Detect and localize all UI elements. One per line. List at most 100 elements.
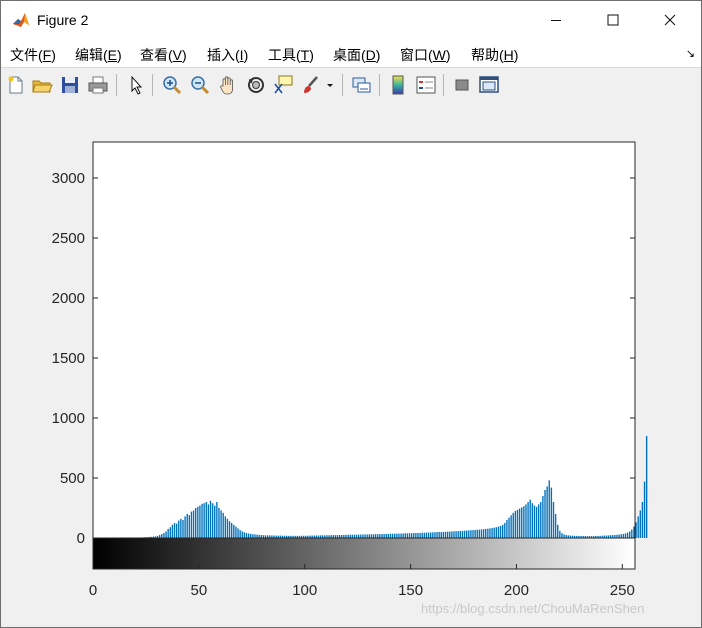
- histogram-bar: [631, 529, 633, 538]
- histogram-bar: [535, 506, 538, 538]
- histogram-bar: [408, 533, 411, 538]
- histogram-bar: [495, 527, 498, 538]
- histogram-bar: [197, 506, 199, 538]
- menu-help[interactable]: 帮助(H): [471, 45, 518, 65]
- colorbar-icon[interactable]: [387, 74, 409, 96]
- histogram-bar: [525, 504, 527, 538]
- histogram-bar: [237, 528, 239, 538]
- histogram-bar: [485, 528, 487, 538]
- histogram-bar: [487, 528, 489, 538]
- histogram-bar: [639, 510, 641, 538]
- histogram-bar: [209, 500, 212, 538]
- histogram-bar: [529, 499, 531, 538]
- menu-file[interactable]: 文件(F): [10, 45, 56, 65]
- legend-icon[interactable]: [415, 74, 437, 96]
- histogram-bar: [533, 505, 536, 538]
- histogram-bar: [370, 534, 373, 538]
- menu-window[interactable]: 窗口(W): [400, 45, 451, 65]
- open-folder-icon[interactable]: [31, 74, 53, 96]
- histogram-bar: [175, 523, 178, 538]
- histogram-bar: [633, 526, 635, 538]
- maximize-button[interactable]: [590, 1, 636, 39]
- menu-desktop[interactable]: 桌面(D): [333, 45, 380, 65]
- hide-plot-tools-icon[interactable]: [451, 74, 473, 96]
- histogram-bar: [165, 531, 167, 538]
- histogram-bar: [552, 502, 555, 538]
- histogram-bar: [527, 502, 529, 538]
- toolbar-separator: [443, 74, 444, 96]
- histogram-bar: [557, 524, 559, 538]
- histogram-bar: [410, 533, 413, 538]
- histogram-bar: [618, 534, 620, 538]
- histogram-bar: [550, 487, 553, 538]
- histogram-bar: [383, 534, 385, 538]
- histogram-bar: [203, 503, 205, 538]
- histogram-bar: [374, 534, 377, 538]
- histogram-bar: [180, 518, 182, 538]
- histogram-bar: [194, 508, 197, 538]
- menu-tools[interactable]: 工具(T): [268, 45, 314, 65]
- histogram-bar: [472, 530, 474, 538]
- menu-edit[interactable]: 编辑(E): [75, 45, 122, 65]
- grayscale-colorbar: [92, 537, 636, 570]
- histogram-bar: [167, 529, 169, 538]
- histogram-bar: [400, 533, 402, 538]
- zoom-out-icon[interactable]: [189, 74, 211, 96]
- histogram-bar: [442, 531, 445, 538]
- histogram-bar: [406, 533, 409, 538]
- figure-window: Figure 2 文件(F) 编辑(E) 查看(V) 插入(I) 工具(T) 桌…: [0, 0, 702, 628]
- histogram-bar: [250, 533, 252, 538]
- histogram-bar: [218, 508, 220, 538]
- print-icon[interactable]: [87, 74, 109, 96]
- histogram-bar: [501, 524, 504, 538]
- histogram-bar: [622, 533, 625, 538]
- histogram-bar: [379, 534, 381, 538]
- histogram-bar: [377, 534, 379, 538]
- histogram-bar: [245, 532, 248, 538]
- y-tick-label: 2500: [52, 230, 85, 247]
- pointer-icon[interactable]: [125, 74, 147, 96]
- brush-dropdown-icon[interactable]: [323, 74, 337, 96]
- histogram-bar: [220, 510, 222, 538]
- menu-view[interactable]: 查看(V): [140, 45, 187, 65]
- zoom-in-icon[interactable]: [161, 74, 183, 96]
- histogram-bar: [497, 526, 500, 538]
- rotate-3d-icon[interactable]: [245, 74, 267, 96]
- minimize-icon: [551, 20, 561, 21]
- histogram-bar: [184, 516, 186, 538]
- dock-arrow-icon[interactable]: ↘: [686, 47, 695, 60]
- histogram-bar: [385, 533, 387, 538]
- histogram-bar: [243, 532, 246, 538]
- histogram-bar: [463, 530, 466, 538]
- histogram-bar: [504, 523, 506, 538]
- menu-insert[interactable]: 插入(I): [207, 45, 248, 65]
- y-tick-label: 0: [77, 530, 85, 547]
- brush-icon[interactable]: [300, 74, 322, 96]
- histogram-bar: [372, 534, 375, 538]
- show-plot-tools-icon[interactable]: [478, 74, 500, 96]
- pan-hand-icon[interactable]: [217, 74, 239, 96]
- data-cursor-icon[interactable]: [272, 74, 294, 96]
- histogram-bar: [537, 504, 540, 538]
- histogram-bar: [192, 510, 195, 538]
- histogram-bar: [417, 532, 419, 538]
- histogram-bar: [542, 496, 544, 538]
- histogram-bar: [186, 514, 188, 538]
- histogram-bar: [222, 512, 224, 538]
- link-plot-icon[interactable]: [351, 74, 373, 96]
- x-tick-label: 100: [292, 582, 317, 599]
- histogram-bar: [207, 504, 210, 538]
- minimize-button[interactable]: [533, 1, 579, 39]
- histogram-bar: [254, 534, 256, 538]
- histogram-bar: [358, 534, 360, 538]
- histogram-bar: [624, 533, 627, 538]
- histogram-bar: [521, 507, 523, 538]
- histogram-bar: [637, 516, 639, 538]
- histogram-bar: [415, 532, 417, 538]
- new-file-icon[interactable]: [5, 74, 27, 96]
- histogram-bar: [398, 533, 400, 538]
- save-icon[interactable]: [59, 74, 81, 96]
- toolbar-separator: [116, 74, 117, 96]
- close-button[interactable]: [647, 1, 693, 39]
- histogram-bar: [394, 533, 396, 538]
